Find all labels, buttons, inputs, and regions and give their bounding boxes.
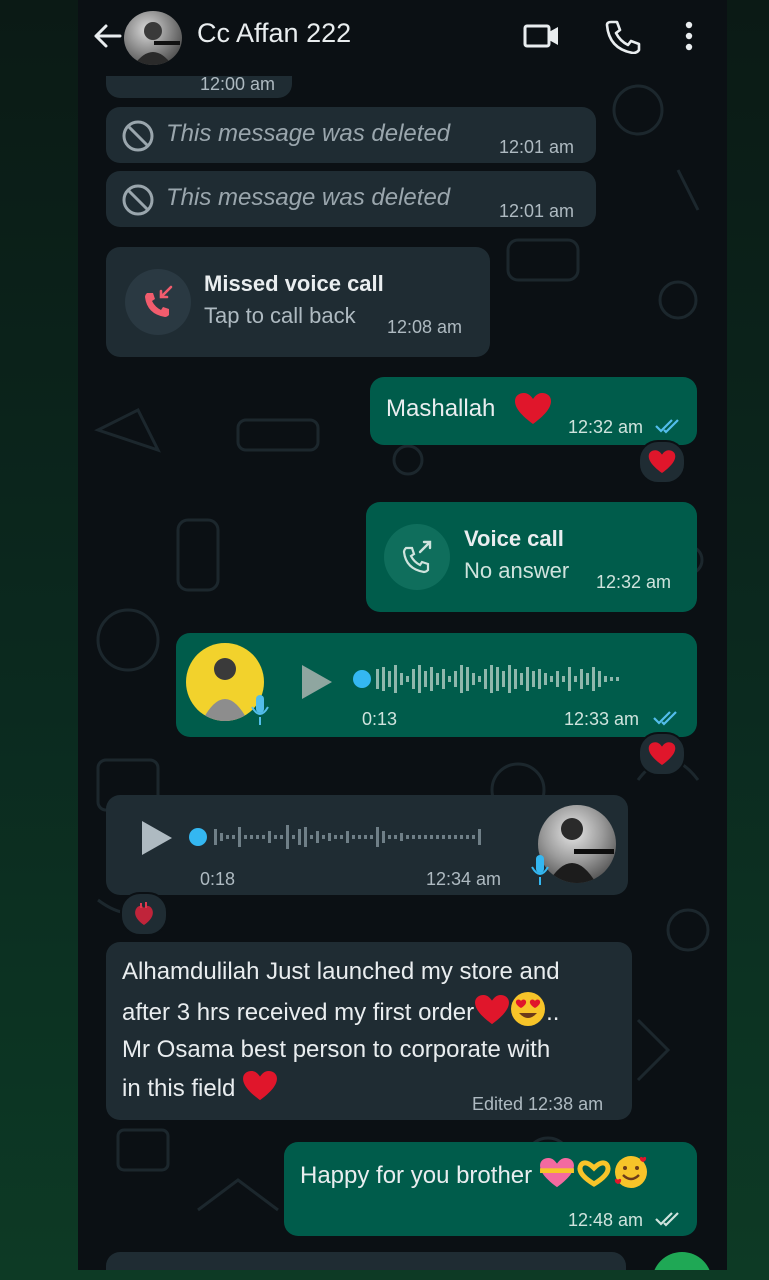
message-time: 12:33 am bbox=[564, 709, 640, 729]
voice-call-title: Voice call bbox=[464, 526, 564, 551]
message-text-part: .. bbox=[546, 999, 560, 1026]
message-text: Mashallah bbox=[386, 395, 496, 422]
reaction-badge[interactable] bbox=[638, 440, 686, 484]
message-text-line: Mr Osama best person to corporate with bbox=[122, 1036, 551, 1063]
anatomical-heart-icon bbox=[135, 902, 153, 925]
missed-call-subtitle: Tap to call back bbox=[204, 303, 356, 328]
incoming-message-bubble[interactable]: Alhamdulilah Just launched my store and … bbox=[106, 942, 632, 1120]
heart-icon bbox=[648, 450, 676, 474]
delivered-ticks-icon bbox=[655, 1212, 679, 1227]
missed-call-icon-bg bbox=[125, 269, 191, 335]
message-text-line: Happy for you brother bbox=[300, 1154, 649, 1190]
message-text-part: after 3 hrs received my first order bbox=[122, 999, 475, 1026]
outgoing-call-icon-bg bbox=[384, 524, 450, 590]
phone-icon[interactable] bbox=[602, 18, 642, 54]
smiling-face-with-hearts-emoji bbox=[614, 1156, 647, 1188]
play-icon[interactable] bbox=[140, 819, 174, 857]
blocked-icon bbox=[122, 120, 154, 152]
message-time: 12:32 am bbox=[568, 417, 644, 437]
read-ticks-icon bbox=[653, 711, 677, 726]
missed-call-title: Missed voice call bbox=[204, 271, 384, 296]
heart-eyes-emoji bbox=[511, 992, 546, 1026]
message-time: 12:01 am bbox=[499, 201, 575, 221]
voice-call-bubble[interactable]: Voice call No answer 12:32 am bbox=[366, 502, 697, 612]
incoming-voice-note-bubble[interactable]: 0:18 12:34 am bbox=[106, 795, 628, 895]
message-time: 12:00 am bbox=[200, 74, 276, 94]
heart-ribbon-emoji bbox=[539, 1157, 574, 1188]
contact-name[interactable]: Cc Affan 222 bbox=[197, 18, 351, 49]
heart-emoji bbox=[475, 994, 510, 1025]
mic-icon bbox=[251, 695, 269, 725]
message-time: 12:32 am bbox=[596, 572, 672, 592]
voice-call-subtitle: No answer bbox=[464, 558, 570, 583]
missed-call-bubble[interactable]: Missed voice call Tap to call back 12:08… bbox=[106, 247, 490, 357]
outgoing-voice-note-bubble[interactable]: 0:13 12:33 am bbox=[176, 633, 697, 737]
message-time: 12:34 am bbox=[426, 869, 502, 889]
read-ticks-icon bbox=[655, 419, 679, 434]
chat-header: Cc Affan 222 bbox=[78, 0, 727, 76]
voice-note-duration: 0:18 bbox=[200, 869, 236, 889]
more-vertical-icon[interactable] bbox=[674, 18, 704, 54]
arrow-left-icon[interactable] bbox=[90, 20, 126, 52]
message-text: Happy for you brother bbox=[300, 1162, 533, 1189]
video-camera-icon[interactable] bbox=[522, 18, 562, 54]
deleted-message-text: This message was deleted bbox=[166, 184, 451, 211]
deleted-message-text: This message was deleted bbox=[166, 120, 451, 147]
message-text-line: in this field bbox=[122, 1069, 278, 1108]
message-time: 12:48 am bbox=[568, 1210, 644, 1230]
reaction-badge[interactable] bbox=[638, 732, 686, 776]
heart-emoji bbox=[243, 1070, 278, 1101]
deleted-message-bubble[interactable]: This message was deleted 12:01 am bbox=[106, 107, 596, 163]
deleted-message-bubble[interactable]: This message was deleted 12:01 am bbox=[106, 171, 596, 227]
heart-emoji bbox=[515, 393, 551, 424]
chat-screen: Cc Affan 222 12:00 am This message was d… bbox=[78, 0, 727, 1270]
heart-icon bbox=[648, 742, 676, 766]
message-text-line: after 3 hrs received my first order.. bbox=[122, 991, 559, 1032]
message-text-part: in this field bbox=[122, 1075, 236, 1102]
voice-note-duration: 0:13 bbox=[362, 709, 398, 729]
outgoing-call-icon bbox=[402, 540, 432, 574]
outgoing-message-bubble[interactable]: Happy for you brother 12:48 am bbox=[284, 1142, 697, 1236]
outgoing-message-bubble[interactable]: Mashallah 12:32 am bbox=[370, 377, 697, 445]
contact-avatar[interactable] bbox=[124, 11, 182, 65]
mic-icon bbox=[531, 855, 549, 885]
message-time: 12:01 am bbox=[499, 137, 575, 157]
play-icon[interactable] bbox=[300, 663, 334, 701]
message-time: Edited 12:38 am bbox=[472, 1094, 604, 1114]
message-time: 12:08 am bbox=[387, 317, 463, 337]
missed-call-icon bbox=[145, 285, 173, 317]
voice-waveform[interactable] bbox=[352, 659, 672, 699]
heart-hands-emoji bbox=[577, 1160, 611, 1187]
reaction-badge[interactable] bbox=[120, 892, 168, 936]
voice-waveform[interactable] bbox=[188, 817, 508, 857]
message-text-line: Alhamdulilah Just launched my store and bbox=[122, 958, 560, 985]
partial-message-bubble[interactable] bbox=[106, 1252, 626, 1270]
blocked-icon bbox=[122, 184, 154, 216]
